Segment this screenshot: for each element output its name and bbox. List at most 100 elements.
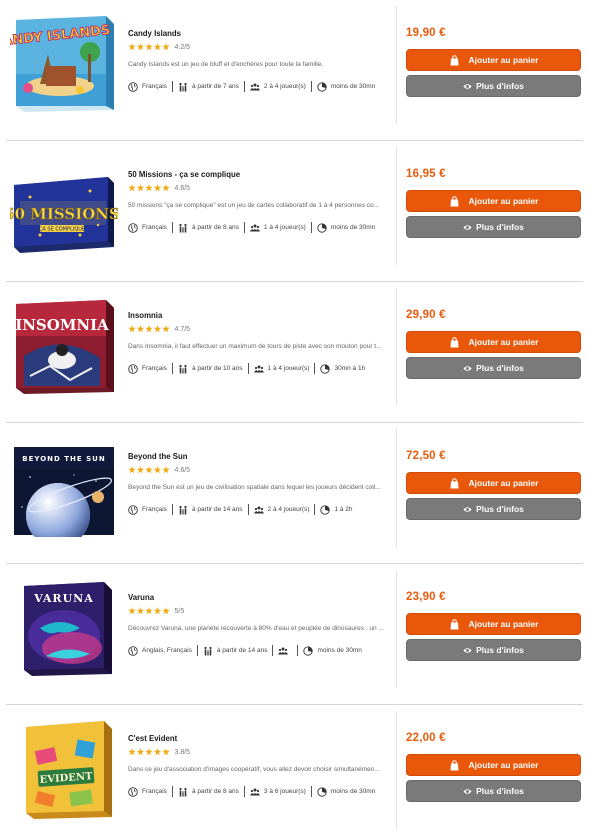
meta-separator [272, 645, 274, 656]
age-label: à partir de 14 ans [216, 647, 268, 654]
family-icon [178, 787, 188, 797]
product-title[interactable]: Insomnia [128, 310, 369, 320]
more-info-label: Plus d'infos [476, 363, 524, 373]
add-to-cart-button[interactable]: Ajouter au panier [406, 331, 581, 353]
product-image[interactable]: BEYOND THE SUN [10, 437, 118, 537]
product-meta: Français à partir de 10 ans 1 à 4 joueur… [128, 363, 390, 374]
product-image[interactable]: VARUNA [10, 578, 118, 678]
product-title[interactable]: 50 Missions - ça se complique [128, 169, 369, 179]
duration-label: moins de 30mn [330, 788, 376, 795]
product-title[interactable]: Varuna [128, 592, 369, 602]
shopping-bag-icon [449, 195, 460, 207]
eye-icon [463, 787, 472, 796]
more-info-button[interactable]: Plus d'infos [406, 216, 581, 238]
product-image[interactable]: CANDY ISLANDS [10, 14, 118, 114]
add-to-cart-button[interactable]: Ajouter au panier [406, 613, 581, 635]
svg-text:INSOMNIA: INSOMNIA [15, 316, 109, 334]
meta-separator [310, 81, 312, 92]
clock-icon [317, 81, 327, 92]
svg-text:50 MISSIONS: 50 MISSIONS [10, 205, 118, 223]
star-icon [136, 325, 145, 333]
star-icon [128, 184, 136, 192]
add-to-cart-button[interactable]: Ajouter au panier [406, 190, 581, 212]
duration-label: 30mn à 1h [334, 365, 366, 372]
more-info-label: Plus d'infos [476, 222, 524, 232]
product-title[interactable]: Beyond the Sun [128, 451, 369, 461]
product-rating: 3.8/5 [128, 747, 390, 757]
add-to-cart-label: Ajouter au panier [468, 478, 539, 488]
more-info-button[interactable]: Plus d'infos [406, 357, 581, 379]
star-icon [128, 466, 136, 474]
family-icon [178, 82, 188, 92]
language-label: Français [142, 83, 167, 90]
column-divider [396, 6, 397, 124]
age-label: à partir de 10 ans [191, 365, 243, 372]
more-info-label: Plus d'infos [476, 504, 524, 514]
product-card: CANDY ISLANDS Candy Islands 4.2/5 Candy … [0, 0, 589, 141]
clock-icon [303, 645, 314, 656]
product-card: BEYOND THE SUN Beyond the Sun 4.6/5 Beyo… [0, 423, 589, 564]
product-description: Dans Insomnia, il faut effectuer un maxi… [128, 343, 382, 350]
more-info-button[interactable]: Plus d'infos [406, 498, 581, 520]
product-title[interactable]: C'est Evident [128, 733, 369, 743]
players-icon [249, 787, 260, 797]
rating-stars [128, 748, 171, 756]
star-icon [136, 607, 145, 615]
meta-separator [297, 645, 299, 656]
product-description: 50 missions "ça se complique" est un jeu… [128, 202, 380, 209]
product-image[interactable]: 50 MISSIONS ÇA SE COMPLIQUE [10, 155, 118, 255]
globe-icon [128, 363, 138, 374]
product-image[interactable]: INSOMNIA [10, 296, 118, 396]
product-price: 29,90 € [406, 309, 446, 321]
star-icon [128, 325, 136, 333]
star-icon [162, 466, 170, 474]
more-info-button[interactable]: Plus d'infos [406, 639, 581, 661]
globe-icon [128, 222, 138, 233]
star-icon [162, 184, 170, 192]
star-icon [162, 607, 170, 615]
product-price: 16,95 € [406, 168, 446, 180]
family-icon [178, 505, 188, 515]
meta-separator [196, 645, 198, 656]
players-label: 1 à 4 joueur(s) [263, 224, 306, 231]
add-to-cart-label: Ajouter au panier [468, 760, 539, 770]
family-icon [178, 364, 188, 374]
clock-icon [317, 222, 327, 233]
product-price: 19,90 € [406, 27, 446, 39]
shopping-bag-icon [449, 477, 460, 489]
star-icon [153, 466, 162, 474]
add-to-cart-button[interactable]: Ajouter au panier [406, 472, 581, 494]
svg-text:VARUNA: VARUNA [33, 592, 94, 605]
clock-icon [317, 786, 327, 797]
product-price: 72,50 € [406, 450, 446, 462]
product-rating: 4.6/5 [128, 183, 390, 193]
globe-icon [128, 645, 138, 656]
more-info-button[interactable]: Plus d'infos [406, 780, 581, 802]
family-icon [178, 223, 188, 233]
product-description: Découvrez Varuna, une planète recouverte… [128, 625, 384, 632]
column-divider [396, 147, 397, 265]
rating-stars [128, 43, 171, 51]
product-image[interactable]: EVIDENT [10, 719, 118, 819]
product-title[interactable]: Candy Islands [128, 28, 369, 38]
meta-separator [247, 363, 249, 374]
more-info-button[interactable]: Plus d'infos [406, 75, 581, 97]
family-icon [203, 646, 213, 656]
product-card: 50 MISSIONS ÇA SE COMPLIQUE 50 Missions … [0, 141, 589, 282]
add-to-cart-button[interactable]: Ajouter au panier [406, 49, 581, 71]
star-icon [162, 43, 170, 51]
product-meta: Français à partir de 8 ans 1 à 4 joueur(… [128, 222, 390, 233]
star-icon [145, 748, 153, 756]
language-label: Français [142, 788, 167, 795]
eye-icon [463, 223, 472, 232]
product-rating: 4.7/5 [128, 324, 390, 334]
svg-text:ÇA SE COMPLIQUE: ÇA SE COMPLIQUE [39, 227, 85, 233]
add-to-cart-button[interactable]: Ajouter au panier [406, 754, 581, 776]
players-label: 1 à 4 joueur(s) [267, 365, 310, 372]
rating-stars [128, 466, 171, 474]
rating-stars [128, 184, 171, 192]
meta-separator [247, 504, 249, 515]
product-price: 22,00 € [406, 732, 446, 744]
language-label: Français [142, 506, 167, 513]
star-icon [153, 607, 162, 615]
